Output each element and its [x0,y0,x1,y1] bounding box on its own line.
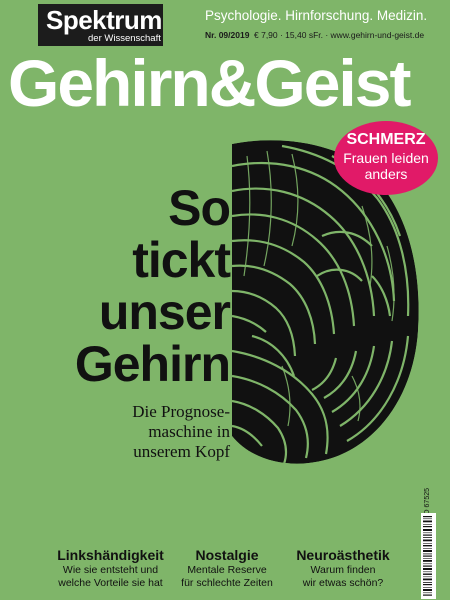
teaser-neuroaesthetik: Neuroästhetik Warum finden wir etwas sch… [283,547,403,589]
spektrum-logo: Spektrum der Wissenschaft [38,4,163,46]
badge-keyword: SCHMERZ [346,131,426,148]
badge-text: Frauen leiden anders [343,150,429,182]
teaser-title: Neuroästhetik [296,547,390,563]
publisher-subname: der Wissenschaft [88,33,161,44]
teaser-text: Mentale Reserve für schlechte Zeiten [181,564,273,589]
teaser-linkshaendigkeit: Linkshändigkeit Wie sie entsteht und wel… [48,547,173,589]
teaser-text: Wie sie entsteht und welche Vorteile sie… [58,564,163,589]
barcode-code: D 67525 [424,488,431,515]
schmerz-badge: SCHMERZ Frauen leiden anders [334,121,438,195]
cover-headline: So tickt unser Gehirn [74,180,231,392]
publisher-name: Spektrum [46,5,162,35]
tagline: Psychologie. Hirnforschung. Medizin. [205,8,428,23]
price-and-url: € 7,90 · 15,40 sFr. · www.gehirn-und-gei… [254,30,425,40]
cover-subheadline: Die Prognose- maschine in unserem Kopf [132,402,230,461]
teaser-nostalgie: Nostalgie Mentale Reserve für schlechte … [172,547,282,589]
magazine-cover: Spektrum der Wissenschaft Psychologie. H… [0,0,450,600]
masthead-title: Gehirn&Geist [8,46,411,120]
barcode [421,513,436,599]
teaser-title: Linkshändigkeit [57,547,164,563]
teaser-title: Nostalgie [195,547,259,563]
issue-info: Nr. 09/2019 € 7,90 · 15,40 sFr. · www.ge… [205,29,440,41]
issue-number: Nr. 09/2019 [205,30,250,40]
teaser-text: Warum finden wir etwas schön? [302,564,384,589]
